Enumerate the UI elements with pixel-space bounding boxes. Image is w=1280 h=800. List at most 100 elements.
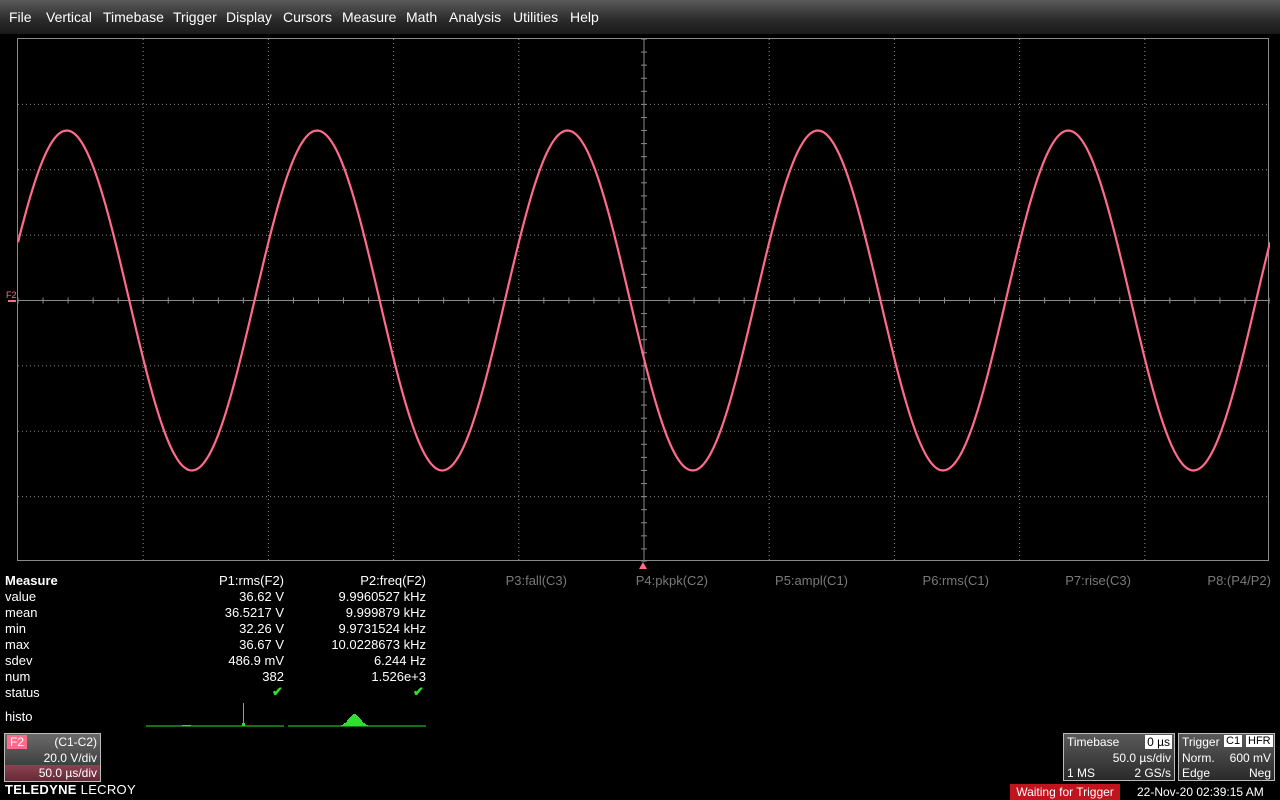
p1-max: 36.67 V bbox=[239, 637, 284, 652]
p6-header[interactable]: P6:rms(C1) bbox=[860, 573, 989, 588]
menu-trigger[interactable]: Trigger bbox=[173, 9, 217, 25]
f2-trace-descriptor[interactable]: F2 (C1-C2) 20.0 V/div 50.0 µs/div bbox=[4, 733, 101, 782]
histo-bin bbox=[184, 725, 185, 726]
trigger-coupling: HFR bbox=[1246, 735, 1273, 747]
histo-bin bbox=[353, 714, 354, 726]
row-label-mean: mean bbox=[5, 605, 38, 620]
teledyne-lecroy-logo: TELEDYNE LECROY bbox=[5, 782, 136, 797]
grid-lines bbox=[18, 39, 1270, 562]
p2-sdev: 6.244 Hz bbox=[373, 653, 426, 668]
f2-source: (C1-C2) bbox=[54, 735, 97, 749]
menu-utilities[interactable]: Utilities bbox=[513, 9, 558, 25]
p1-num: 382 bbox=[262, 669, 284, 684]
acquisition-status: Waiting for Trigger bbox=[1010, 784, 1120, 800]
histo-bin bbox=[363, 723, 364, 726]
p1-mean: 36.5217 V bbox=[224, 605, 284, 620]
p2-max: 10.0228673 kHz bbox=[331, 637, 426, 652]
p5-header[interactable]: P5:ampl(C1) bbox=[720, 573, 848, 588]
menu-timebase[interactable]: Timebase bbox=[103, 9, 164, 25]
p2-min: 9.9731524 kHz bbox=[338, 621, 426, 636]
p2-value: 9.9960527 kHz bbox=[338, 589, 426, 604]
p2-header[interactable]: P2:freq(F2) bbox=[290, 573, 426, 588]
menu-bar: File Vertical Timebase Trigger Display Cursor… bbox=[0, 0, 1280, 35]
histo-bin bbox=[187, 725, 188, 726]
histo-bin bbox=[366, 725, 367, 726]
menu-cursors[interactable]: Cursors bbox=[283, 9, 332, 25]
p1-value: 36.62 V bbox=[239, 589, 284, 604]
histo-bin bbox=[343, 724, 344, 726]
f2-trace-marker[interactable]: F2 bbox=[6, 290, 17, 300]
row-label-histo: histo bbox=[5, 709, 33, 724]
logo-brand: TELEDYNE bbox=[5, 782, 77, 797]
timebase-points: 1 MS bbox=[1067, 766, 1096, 780]
p8-header[interactable]: P8:(P4/P2) bbox=[1140, 573, 1271, 588]
histo-bin bbox=[188, 725, 189, 726]
histo-bin bbox=[364, 723, 365, 726]
timebase-delay: 0 µs bbox=[1145, 735, 1172, 749]
trigger-mode: Norm. bbox=[1182, 751, 1215, 765]
f2-tdiv: 50.0 µs/div bbox=[38, 766, 97, 780]
timebase-tdiv: 50.0 µs/div bbox=[1112, 751, 1171, 765]
histo-bin bbox=[349, 718, 350, 726]
histo-bin bbox=[356, 715, 357, 726]
row-label-sdev: sdev bbox=[5, 653, 33, 668]
histo-bin bbox=[352, 715, 353, 726]
menu-file[interactable]: File bbox=[9, 9, 32, 25]
histo-bin bbox=[358, 717, 359, 726]
waveform-grid[interactable] bbox=[17, 38, 1270, 562]
menu-display[interactable]: Display bbox=[226, 9, 272, 25]
p7-header[interactable]: P7:rise(C3) bbox=[1000, 573, 1131, 588]
histo-bin bbox=[185, 725, 186, 726]
histo-bin bbox=[242, 723, 243, 726]
histo-bin bbox=[355, 714, 356, 726]
row-label-status: status bbox=[5, 685, 40, 700]
row-label-num: num bbox=[5, 669, 31, 684]
histo-bin bbox=[189, 725, 190, 726]
histo-bin bbox=[362, 722, 363, 726]
f2-vdiv: 20.0 V/div bbox=[43, 751, 97, 765]
histo-bin bbox=[354, 714, 355, 726]
histo-bin bbox=[345, 723, 346, 726]
trigger-type: Edge bbox=[1182, 766, 1211, 780]
menu-analysis[interactable]: Analysis bbox=[449, 9, 501, 25]
histo-bin bbox=[348, 719, 349, 726]
p1-histogram[interactable] bbox=[146, 696, 284, 728]
histo-bin bbox=[344, 723, 345, 726]
histo-bin bbox=[244, 723, 245, 726]
p3-header[interactable]: P3:fall(C3) bbox=[440, 573, 567, 588]
histo-bin bbox=[361, 720, 362, 726]
trigger-source: C1 bbox=[1224, 735, 1243, 747]
menu-vertical[interactable]: Vertical bbox=[46, 9, 92, 25]
histo-bin bbox=[357, 716, 358, 726]
date-time: 22-Nov-20 02:39:15 AM bbox=[1137, 785, 1264, 799]
f2-label: F2 bbox=[7, 735, 28, 749]
histo-bin bbox=[367, 725, 368, 726]
menu-help[interactable]: Help bbox=[570, 9, 599, 25]
histo-bin bbox=[186, 725, 187, 726]
menu-measure[interactable]: Measure bbox=[342, 9, 396, 25]
p2-num: 1.526e+3 bbox=[371, 669, 426, 684]
menu-math[interactable]: Math bbox=[406, 9, 437, 25]
trigger-title: Trigger bbox=[1182, 735, 1220, 749]
p2-mean: 9.999879 kHz bbox=[345, 605, 426, 620]
p4-header[interactable]: P4:pkpk(C2) bbox=[580, 573, 708, 588]
row-label-min: min bbox=[5, 621, 26, 636]
p1-header[interactable]: P1:rms(F2) bbox=[150, 573, 284, 588]
p2-histogram[interactable] bbox=[288, 696, 426, 728]
histo-bin bbox=[342, 725, 343, 726]
histo-bin bbox=[243, 703, 244, 726]
timebase-rate: 2 GS/s bbox=[1134, 766, 1171, 780]
trigger-position-icon[interactable] bbox=[639, 562, 647, 569]
trigger-descriptor[interactable]: Trigger C1 HFR Norm. 600 mV Edge Neg bbox=[1178, 733, 1275, 781]
measure-title: Measure bbox=[5, 573, 58, 588]
row-label-value: value bbox=[5, 589, 37, 604]
histo-bin bbox=[360, 719, 361, 726]
histo-bin bbox=[182, 725, 183, 726]
trigger-slope: Neg bbox=[1248, 766, 1271, 780]
histo-bin bbox=[347, 720, 348, 726]
histo-bin bbox=[183, 725, 184, 726]
timebase-descriptor[interactable]: Timebase 0 µs 50.0 µs/div 1 MS 2 GS/s bbox=[1063, 733, 1175, 781]
histo-bin bbox=[365, 724, 366, 726]
f2-offset-tick[interactable] bbox=[8, 300, 16, 302]
row-label-max: max bbox=[5, 637, 30, 652]
